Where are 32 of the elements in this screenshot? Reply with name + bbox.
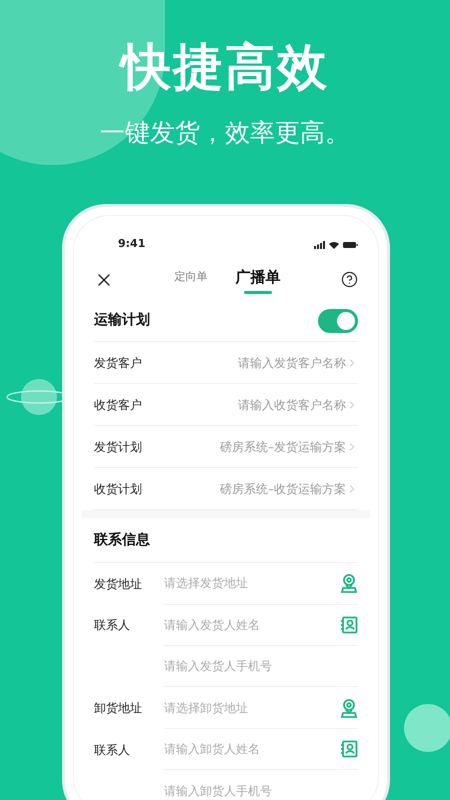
contact-book-icon[interactable] bbox=[340, 616, 358, 634]
tab[interactable]: 广播单 bbox=[236, 266, 280, 294]
field-value[interactable]: 请输入收货客户名称 bbox=[238, 396, 346, 414]
section-title: 运输计划 bbox=[94, 311, 150, 330]
field-label: 发货地址 bbox=[94, 576, 143, 593]
hero-subtitle: 一键发货，效率更高。 bbox=[100, 120, 350, 145]
field-label: 联系人 bbox=[94, 742, 131, 759]
input-field[interactable]: 请输入发货人手机号 bbox=[164, 657, 358, 676]
field-label: 联系人 bbox=[94, 617, 131, 634]
input-field[interactable]: 请输入卸货人手机号 bbox=[164, 782, 358, 800]
status-icons bbox=[314, 240, 358, 250]
location-person-icon[interactable] bbox=[340, 573, 358, 594]
field-value[interactable]: 磅房系统–收货运输方案 bbox=[220, 480, 346, 498]
tab[interactable]: 定向单 bbox=[174, 268, 208, 294]
field-label: 收货客户 bbox=[94, 396, 142, 414]
hero-title: 快捷高效 bbox=[121, 42, 329, 92]
field-label: 发货客户 bbox=[94, 354, 142, 372]
help-icon[interactable] bbox=[341, 271, 358, 288]
input-field[interactable]: 请输入卸货人姓名 bbox=[164, 740, 340, 758]
field-value[interactable]: 请输入发货客户名称 bbox=[238, 354, 346, 372]
input-field[interactable]: 请选择卸货地址 bbox=[164, 698, 340, 717]
field-value[interactable]: 磅房系统–发货运输方案 bbox=[220, 438, 346, 456]
input-field[interactable]: 请选择发货地址 bbox=[164, 574, 340, 592]
contact-book-icon[interactable] bbox=[340, 740, 358, 758]
field-label: 卸货地址 bbox=[94, 700, 143, 718]
input-field[interactable]: 请输入发货人姓名 bbox=[164, 616, 340, 634]
field-label: 发货计划 bbox=[94, 438, 142, 456]
field-label: 收货计划 bbox=[94, 480, 142, 498]
location-person-icon[interactable] bbox=[340, 698, 358, 718]
section-title: 联系信息 bbox=[94, 530, 150, 550]
toggle-switch[interactable] bbox=[318, 308, 358, 333]
status-time: 9:41 bbox=[118, 236, 146, 252]
